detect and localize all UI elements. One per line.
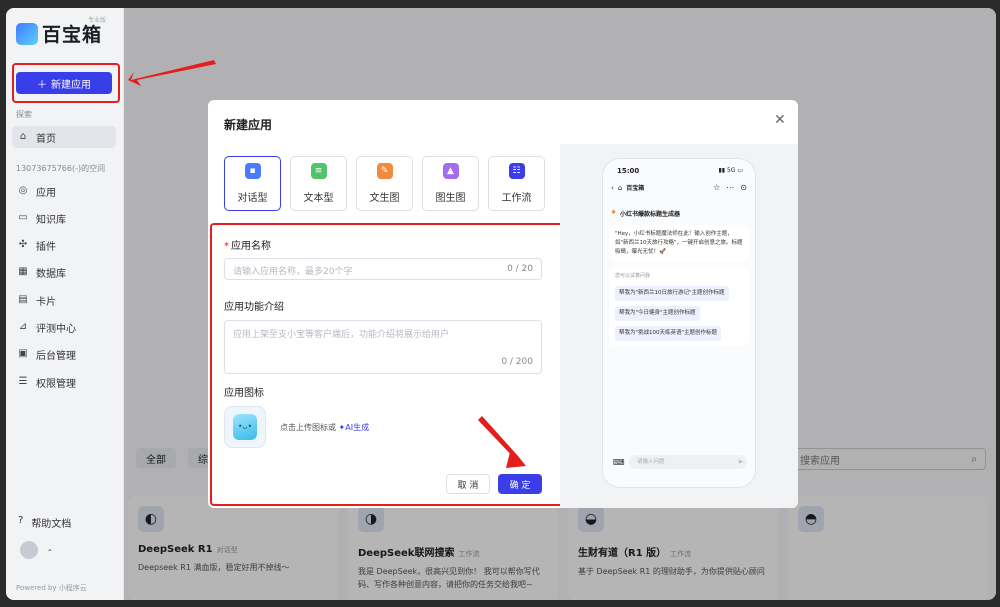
annotation-arrows [128, 60, 526, 468]
app-window: 百宝箱 专业版 ＋ 新建应用 探索 ⌂ 首页 13073675766(-)的空间… [6, 8, 996, 600]
arrow-to-confirm [478, 416, 526, 468]
arrow-to-new-app [128, 60, 216, 86]
